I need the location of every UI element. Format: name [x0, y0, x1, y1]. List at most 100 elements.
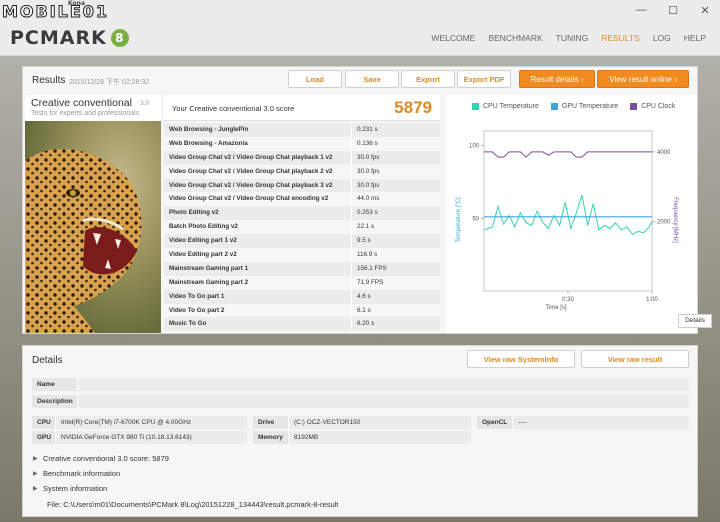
test-header: Creative conventional 3.0 Tests for expe… [25, 95, 161, 121]
subtest-row: Video Editing part 1 v2 9.5 s [164, 234, 440, 249]
subtest-name: Video To Go part 1 [164, 289, 352, 304]
y-right-label: Frequency [MHz] [672, 197, 678, 243]
memory-value: 8192MB [289, 431, 471, 444]
load-button[interactable]: Load [288, 70, 342, 88]
test-subtitle: Tests for experts and professionals [31, 110, 140, 117]
test-name: Creative conventional [31, 97, 132, 109]
minimize-button[interactable]: — [634, 4, 648, 17]
close-button[interactable]: ✕ [698, 4, 712, 17]
subtest-name: Video To Go part 2 [164, 303, 352, 318]
score-label: Your Creative conventional 3.0 score [172, 104, 295, 113]
subtest-row: Mainstream Gaming part 2 71.9 FPS [164, 275, 440, 290]
view-raw-sysinfo-button[interactable]: View raw SystemInfo [467, 350, 575, 368]
description-value [78, 395, 689, 408]
subtest-value: 6.20 s [357, 320, 375, 328]
subtest-value: 71.9 FPS [357, 278, 384, 286]
nav-results[interactable]: RESULTS [601, 33, 640, 43]
test-version: 3.0 [140, 100, 150, 107]
expand-system-info[interactable]: ▶ System information [33, 484, 107, 493]
watermark-text: MOBILE01 [1, 2, 110, 22]
expand-score[interactable]: ▶ Creative conventional 3.0 score: 5879 [33, 454, 169, 463]
watermark: MOBILE01 Kona [1, 0, 110, 22]
cpu-row: CPU Intel(R) Core(TM) i7-6700K CPU @ 4.0… [32, 416, 247, 429]
chevron-right-icon: ▶ [33, 456, 38, 462]
subtest-table: Web Browsing - JunglePin 0.231 s Web Brows… [164, 123, 440, 332]
subtest-value: 30.0 fps [357, 167, 380, 175]
subtest-name: Video Group Chat v2 / Video Group Chat e… [164, 192, 352, 207]
nav-help[interactable]: HELP [684, 33, 706, 43]
result-details-button[interactable]: Result details › [519, 70, 595, 88]
results-date: 2015/12/28 下午 02:28:32 [69, 79, 150, 86]
subtest-name: Music To Go [164, 317, 352, 332]
chart-details-button[interactable]: Details [678, 314, 712, 328]
gpu-value: NVIDIA GeForce GTX 980 Ti (10.18.13.6143… [56, 431, 247, 444]
subtest-name: Video Editing part 1 v2 [164, 234, 352, 249]
nav-log[interactable]: LOG [653, 33, 671, 43]
monitoring-chart: CPU Temperature GPU Temperature CPU Cloc… [446, 95, 697, 333]
subtest-row: Video Group Chat v2 / Video Group Chat e… [164, 192, 440, 207]
expand-benchmark-info[interactable]: ▶ Benchmark information [33, 469, 120, 478]
nav-benchmark[interactable]: BENCHMARK [488, 33, 542, 43]
export-pdf-button[interactable]: Export PDF [457, 70, 511, 88]
subtest-name: Video Editing part 2 v2 [164, 248, 352, 262]
description-label: Description [32, 395, 78, 408]
view-raw-result-button[interactable]: View raw result [581, 350, 689, 368]
chevron-right-icon: ▶ [33, 486, 38, 492]
gpu-label: GPU [32, 431, 56, 444]
y-right-tick-label: 2000 [657, 219, 671, 225]
subtest-value: 30.0 fps [357, 153, 380, 161]
subtest-row: Photo Editing v2 0.253 s [164, 206, 440, 221]
subtest-value: 44.0 ms [357, 195, 380, 203]
subtest-value: 156.1 FPS [357, 264, 387, 272]
y-left-label: Temperature [°C] [456, 197, 462, 243]
memory-row: Memory 8192MB [253, 431, 471, 444]
result-file-path: File: C:\Users\m01\Documents\PCMark 8\Lo… [47, 500, 339, 509]
plot-frame [483, 130, 653, 292]
subtest-row: Batch Photo Editing v2 22.1 s [164, 220, 440, 235]
subtest-row: Video Editing part 2 v2 116.9 s [164, 248, 440, 262]
subtest-name: Video Group Chat v2 / Video Group Chat p… [164, 150, 352, 165]
subtest-row: Video Group Chat v2 / Video Group Chat p… [164, 150, 440, 165]
name-value [78, 378, 689, 391]
window-controls: — ☐ ✕ [634, 4, 712, 17]
results-title: Results [32, 75, 66, 86]
series-cpu-clock [484, 151, 652, 158]
subtest-value: 0.136 s [357, 139, 378, 147]
expand-system-label: System information [43, 484, 108, 493]
subtest-row: Video Group Chat v2 / Video Group Chat p… [164, 178, 440, 193]
y-right-tick-label: 4000 [657, 150, 671, 156]
opencl-row: OpenCL ---- [477, 416, 689, 429]
gpu-row: GPU NVIDIA GeForce GTX 980 Ti (10.18.13.… [32, 431, 247, 444]
subtest-name: Video Group Chat v2 / Video Group Chat p… [164, 178, 352, 193]
view-result-online-button[interactable]: View result online › [597, 70, 689, 88]
y-left-tick-label: 50 [472, 216, 479, 222]
subtest-row: Web Browsing - Amazonia 0.136 s [164, 136, 440, 151]
save-button[interactable]: Save [345, 70, 399, 88]
x-axis-label: Time [s] [545, 305, 566, 311]
chevron-right-icon: ▶ [33, 471, 38, 477]
chart-svg: Temperature [°C] Frequency [MHz] Time [s… [456, 130, 678, 311]
details-title: Details [32, 355, 63, 366]
subtest-value: 116.9 s [357, 251, 378, 259]
nav-welcome[interactable]: WELCOME [431, 33, 475, 43]
subtest-row: Music To Go 6.20 s [164, 317, 440, 332]
x-tick-label: 1:00 [646, 297, 658, 303]
subtest-value: 30.0 fps [357, 181, 380, 189]
leopard-image [25, 121, 161, 333]
name-label: Name [32, 378, 78, 391]
subtest-row: Video To Go part 1 4.6 s [164, 289, 440, 304]
main-nav: WELCOME BENCHMARK TUNING RESULTS LOG HEL… [431, 33, 706, 43]
nav-tuning[interactable]: TUNING [556, 33, 589, 43]
subtest-name: Web Browsing - JunglePin [164, 123, 352, 137]
subtest-name: Web Browsing - Amazonia [164, 136, 352, 151]
subtest-value: 22.1 s [357, 223, 375, 231]
test-image-card: Creative conventional 3.0 Tests for expe… [25, 95, 161, 333]
logo-text: PCMARK [10, 27, 107, 49]
subtest-row: Video To Go part 2 6.1 s [164, 303, 440, 318]
export-button[interactable]: Export [401, 70, 455, 88]
subtest-value: 0.231 s [357, 126, 378, 133]
subtest-name: Mainstream Gaming part 2 [164, 275, 352, 290]
maximize-button[interactable]: ☐ [666, 4, 680, 17]
name-row: Name [32, 378, 689, 391]
results-panel: Results 2015/12/28 下午 02:28:32 Load Save… [22, 66, 712, 334]
